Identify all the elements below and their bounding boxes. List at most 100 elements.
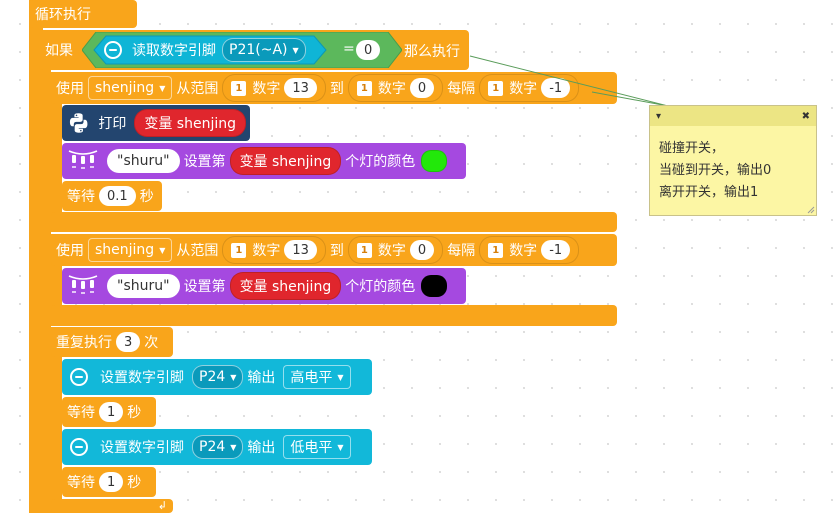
for1-header[interactable]: 使用 shenjing ▼ 从范围 1 数字 13 到 1 数字 0 每隔 1 数字 -1 <box>51 72 617 104</box>
from-value[interactable]: 13 <box>284 78 317 98</box>
wait-unit: 秒 <box>127 475 142 491</box>
pin-dropdown[interactable]: P21(~A) ▼ <box>222 38 306 62</box>
wait-label: 等待 <box>67 475 95 491</box>
var-dropdown[interactable]: shenjing ▼ <box>88 76 173 100</box>
num-from-block[interactable]: 1 数字 13 <box>222 74 326 102</box>
wait-value[interactable]: 1 <box>99 402 124 422</box>
color-swatch-green[interactable] <box>421 150 448 172</box>
led-color-block-2[interactable]: "shuru" 设置第 变量 shenjing 个灯的颜色 <box>62 268 466 304</box>
led-strip-icon <box>68 150 98 169</box>
num-step-block[interactable]: 1 数字 -1 <box>479 236 580 264</box>
output-label: 输出 <box>247 440 276 456</box>
set-pin-label: 设置数字引脚 <box>100 370 184 386</box>
if-block-spine[interactable] <box>39 30 51 513</box>
number-icon: 1 <box>356 242 372 258</box>
num-to-block[interactable]: 1 数字 0 <box>347 236 444 264</box>
color-label: 个灯的颜色 <box>345 279 416 295</box>
pin-dropdown[interactable]: P24 ▼ <box>192 435 244 459</box>
set-label: 设置第 <box>183 154 226 170</box>
to-value[interactable]: 0 <box>409 78 435 98</box>
compare-operator[interactable]: = <box>343 41 355 57</box>
set-pin-label: 设置数字引脚 <box>100 440 184 456</box>
python-icon <box>69 113 88 133</box>
loop-label: 循环执行 <box>35 7 91 23</box>
wait-unit: 秒 <box>127 405 142 421</box>
set-pin-block-2[interactable]: 设置数字引脚 P24 ▼ 输出 低电平 ▼ <box>62 429 372 465</box>
number-icon: 1 <box>488 242 504 258</box>
set-pin-block-1[interactable]: 设置数字引脚 P24 ▼ 输出 高电平 ▼ <box>62 359 372 395</box>
print-var[interactable]: 变量 shenjing <box>134 109 246 137</box>
wait-value[interactable]: 0.1 <box>99 186 136 206</box>
close-icon[interactable]: ✖ <box>802 111 810 122</box>
step-value[interactable]: -1 <box>541 78 571 98</box>
resize-handle-icon[interactable] <box>807 206 815 214</box>
read-pin-block[interactable]: 读取数字引脚 P21(~A) ▼ <box>98 36 310 64</box>
chevron-down-icon: ▼ <box>292 45 299 55</box>
print-label: 打印 <box>98 116 127 132</box>
comment-text[interactable]: 碰撞开关， 当碰到开关，输出0 离开开关，输出1 <box>650 126 816 204</box>
to-label: 到 <box>329 243 344 259</box>
level-dropdown[interactable]: 低电平 ▼ <box>283 435 351 459</box>
chevron-down-icon: ▼ <box>337 442 344 452</box>
output-label: 输出 <box>247 370 276 386</box>
wait-label: 等待 <box>67 189 95 205</box>
use-label: 使用 <box>56 243 84 259</box>
repeat-footer[interactable]: ↲ <box>51 499 173 513</box>
number-icon: 1 <box>231 80 247 96</box>
for1-footer[interactable] <box>51 212 617 232</box>
led-color-block-1[interactable]: "shuru" 设置第 变量 shenjing 个灯的颜色 <box>62 143 466 179</box>
pin-icon <box>104 41 122 59</box>
wait-label: 等待 <box>67 405 95 421</box>
num-from-block[interactable]: 1 数字 13 <box>222 236 326 264</box>
print-block[interactable]: 打印 变量 shenjing <box>62 105 250 141</box>
compare-value[interactable]: 0 <box>356 40 381 60</box>
wait-block-2[interactable]: 等待 1 秒 <box>62 397 156 427</box>
chevron-down-icon: ▼ <box>230 442 237 452</box>
range-label: 从范围 <box>176 243 219 259</box>
step-value[interactable]: -1 <box>541 240 571 260</box>
led-index-var[interactable]: 变量 shenjing <box>229 147 342 175</box>
step-label: 每隔 <box>447 243 476 259</box>
to-value[interactable]: 0 <box>409 240 435 260</box>
color-swatch-black[interactable] <box>421 275 448 297</box>
number-icon: 1 <box>231 242 247 258</box>
pin-dropdown[interactable]: P24 ▼ <box>192 365 244 389</box>
comment-line: 碰撞开关， <box>659 141 725 156</box>
level-dropdown[interactable]: 高电平 ▼ <box>283 365 351 389</box>
set-label: 设置第 <box>183 279 226 295</box>
chevron-down-icon: ▼ <box>230 372 237 382</box>
repeat-count[interactable]: 3 <box>116 332 141 352</box>
led-index-var[interactable]: 变量 shenjing <box>229 272 342 300</box>
repeat-label: 重复执行 <box>56 335 112 351</box>
for2-header[interactable]: 使用 shenjing ▼ 从范围 1 数字 13 到 1 数字 0 每隔 1 数字 -1 <box>51 234 617 266</box>
strip-name[interactable]: "shuru" <box>107 274 180 298</box>
comment-titlebar[interactable]: ▾ ✖ <box>650 106 816 126</box>
number-icon: 1 <box>356 80 372 96</box>
to-label: 到 <box>329 81 344 97</box>
comment-bubble[interactable]: ▾ ✖ 碰撞开关， 当碰到开关，输出0 离开开关，输出1 <box>649 105 817 216</box>
wait-block-1[interactable]: 等待 0.1 秒 <box>62 181 162 211</box>
comment-line: 离开开关，输出1 <box>659 185 759 200</box>
for2-footer[interactable] <box>51 305 617 326</box>
chevron-down-icon: ▼ <box>159 83 166 93</box>
repeat-times: 次 <box>144 335 159 351</box>
wait-unit: 秒 <box>139 189 154 205</box>
wait-value[interactable]: 1 <box>99 472 124 492</box>
num-step-block[interactable]: 1 数字 -1 <box>479 74 580 102</box>
strip-name[interactable]: "shuru" <box>107 149 180 173</box>
then-label: 那么执行 <box>404 44 460 60</box>
pin-icon <box>70 438 88 456</box>
range-label: 从范围 <box>176 81 219 97</box>
var-dropdown[interactable]: shenjing ▼ <box>88 238 173 262</box>
num-to-block[interactable]: 1 数字 0 <box>347 74 444 102</box>
read-pin-label: 读取数字引脚 <box>132 43 216 59</box>
use-label: 使用 <box>56 81 84 97</box>
collapse-icon[interactable]: ▾ <box>656 111 661 122</box>
repeat-header[interactable]: 重复执行 3 次 <box>51 327 173 357</box>
from-value[interactable]: 13 <box>284 240 317 260</box>
wait-block-3[interactable]: 等待 1 秒 <box>62 467 156 497</box>
loop-block-header[interactable]: 循环执行 <box>29 0 137 28</box>
step-label: 每隔 <box>447 81 476 97</box>
led-strip-icon <box>68 275 98 294</box>
loop-arrow-icon: ↲ <box>157 499 167 512</box>
